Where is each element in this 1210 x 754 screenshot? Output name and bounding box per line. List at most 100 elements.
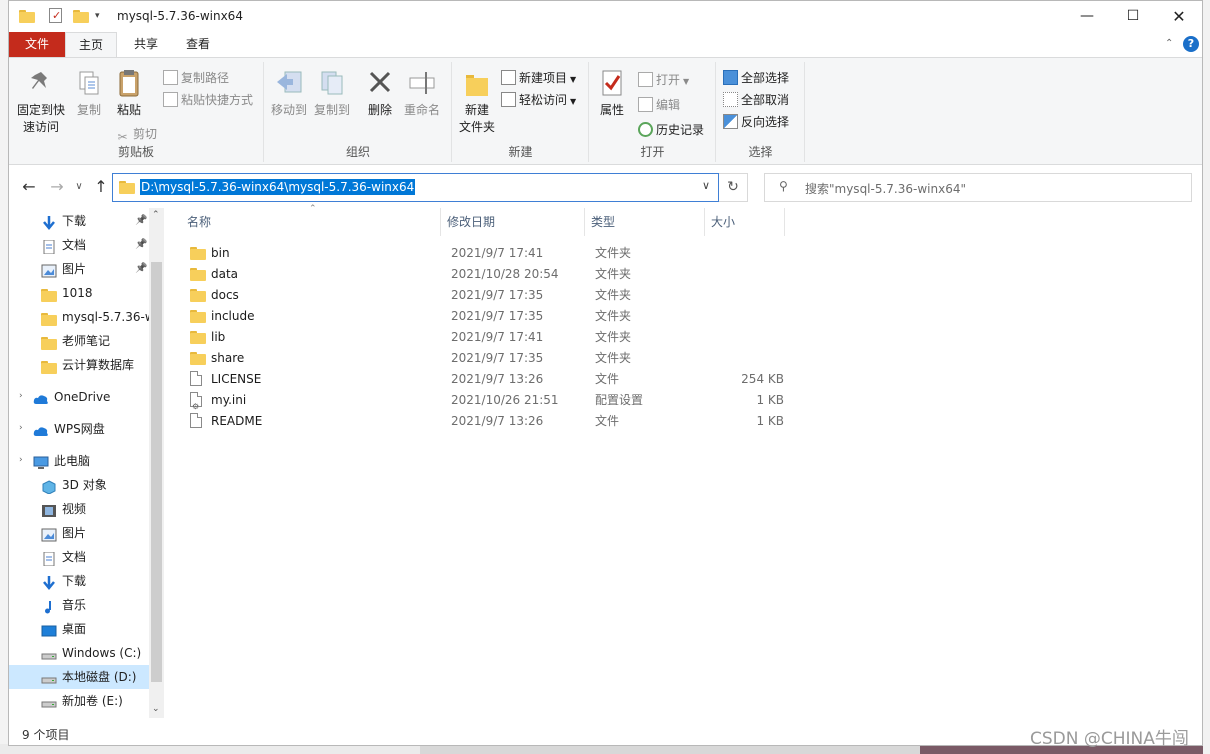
nav-pc-item[interactable]: Windows (C:)	[9, 641, 149, 665]
nav-pc-item[interactable]: 视频	[9, 497, 149, 521]
paste-shortcut-button[interactable]: 粘贴快捷方式	[163, 90, 253, 110]
nav-quick-item[interactable]: 1018	[9, 281, 149, 305]
new-item-button[interactable]: 新建项目 ▼	[501, 68, 576, 88]
select-none-icon	[723, 92, 738, 107]
history-button[interactable]: 历史记录	[638, 120, 704, 140]
file-type: 文件夹	[595, 351, 632, 365]
delete-button[interactable]: 删除	[363, 66, 397, 119]
file-row[interactable]: data 2021/10/28 20:54 文件夹	[186, 264, 786, 285]
column-size[interactable]: 大小	[705, 208, 785, 236]
nav-pc-item[interactable]: 本地磁盘 (D:)	[9, 665, 149, 689]
address-path[interactable]: D:\mysql-5.7.36-winx64\mysql-5.7.36-winx…	[140, 179, 416, 195]
pin-icon[interactable]: 📌	[135, 233, 147, 257]
file-row[interactable]: README 2021/9/7 13:26 文件 1 KB	[186, 411, 786, 432]
help-icon[interactable]: ?	[1183, 36, 1199, 52]
file-row[interactable]: lib 2021/9/7 17:41 文件夹	[186, 327, 786, 348]
scrollbar-thumb[interactable]	[151, 262, 162, 682]
open-button[interactable]: 打开 ▼	[638, 70, 689, 90]
up-arrow-icon[interactable]: ↑	[91, 177, 111, 197]
column-type[interactable]: 类型	[585, 208, 705, 236]
expand-chevron-icon[interactable]: ›	[19, 423, 23, 433]
new-folder-quick-icon[interactable]	[73, 8, 89, 24]
expand-chevron-icon[interactable]: ›	[19, 455, 23, 465]
pin-icon[interactable]: 📌	[135, 209, 147, 233]
search-box[interactable]: ⚲ 搜索"mysql-5.7.36-winx64"	[764, 173, 1192, 202]
address-dropdown-icon[interactable]: ∨	[702, 179, 710, 192]
nav-quick-item[interactable]: 图片 📌	[9, 257, 149, 281]
properties-button[interactable]: 属性	[594, 66, 630, 119]
invert-selection-label: 反向选择	[741, 115, 790, 129]
nav-pc-item[interactable]: 图片	[9, 521, 149, 545]
nav-onedrive[interactable]: OneDrive	[9, 385, 149, 409]
maximize-button[interactable]: ☐	[1110, 1, 1156, 32]
new-folder-label-2: 文件夹	[458, 120, 495, 134]
pin-quick-access-button[interactable]: 固定到快 速访问	[13, 66, 69, 136]
file-row[interactable]: share 2021/9/7 17:35 文件夹	[186, 348, 786, 369]
move-to-button[interactable]: 移动到	[269, 66, 309, 119]
pin-icon[interactable]: 📌	[135, 257, 147, 281]
copy-to-button[interactable]: 复制到	[311, 66, 353, 119]
tab-view[interactable]: 查看	[173, 32, 223, 57]
tab-share[interactable]: 共享	[121, 32, 171, 57]
3d-objects-icon	[41, 478, 57, 495]
nav-quick-item[interactable]: 云计算数据库	[9, 353, 149, 377]
navigation-scrollbar[interactable]: ⌃ ⌄	[149, 208, 164, 718]
desktop-icon	[41, 622, 57, 637]
column-modified[interactable]: 修改日期	[441, 208, 585, 236]
edit-button[interactable]: 编辑	[638, 95, 680, 115]
select-all-button[interactable]: 全部选择	[723, 68, 789, 88]
refresh-button[interactable]: ↻	[719, 173, 748, 202]
new-item-dropdown-icon: ▼	[570, 75, 577, 84]
open-group: 属性 打开 ▼ 编辑 历史记录 打开	[590, 62, 716, 162]
cut-button[interactable]: ✂ 剪切	[115, 124, 157, 144]
recent-locations-chevron-icon[interactable]: ∨	[69, 177, 89, 197]
file-row[interactable]: bin 2021/9/7 17:41 文件夹	[186, 243, 786, 264]
tab-file[interactable]: 文件	[9, 32, 65, 57]
nav-pc-item[interactable]: 音乐	[9, 593, 149, 617]
file-row[interactable]: include 2021/9/7 17:35 文件夹	[186, 306, 786, 327]
nav-pc-item[interactable]: 新加卷 (E:)	[9, 689, 149, 713]
nav-quick-item[interactable]: 文档 📌	[9, 233, 149, 257]
copy-button[interactable]: 复制	[71, 66, 107, 119]
close-button[interactable]: ✕	[1156, 1, 1202, 32]
file-row[interactable]: ⚙ my.ini 2021/10/26 21:51 配置设置 1 KB	[186, 390, 786, 411]
customize-quick-access-icon[interactable]: ▾	[95, 8, 111, 24]
file-row[interactable]: LICENSE 2021/9/7 13:26 文件 254 KB	[186, 369, 786, 390]
new-folder-button[interactable]: 新建 文件夹	[455, 66, 499, 136]
nav-item-label: 云计算数据库	[62, 358, 135, 372]
new-item-icon	[501, 70, 516, 85]
file-row[interactable]: docs 2021/9/7 17:35 文件夹	[186, 285, 786, 306]
folder-icon	[41, 310, 57, 326]
nav-pc-item[interactable]: 3D 对象	[9, 473, 149, 497]
tab-home[interactable]: 主页	[65, 32, 117, 57]
select-none-label: 全部取消	[741, 93, 790, 107]
forward-arrow-icon[interactable]: →	[47, 177, 67, 197]
nav-quick-item[interactable]: 下载 📌	[9, 209, 149, 233]
file-date: 2021/9/7 17:35	[451, 288, 544, 302]
nav-item-label: 文档	[62, 550, 87, 564]
collapse-ribbon-icon[interactable]: ⌃	[1165, 38, 1173, 49]
select-none-button[interactable]: 全部取消	[723, 90, 789, 110]
paste-button[interactable]: 粘贴	[109, 66, 149, 119]
scroll-up-icon[interactable]: ⌃	[152, 210, 160, 220]
nav-pc-item[interactable]: 桌面	[9, 617, 149, 641]
nav-quick-item[interactable]: mysql-5.7.36-w	[9, 305, 149, 329]
column-name[interactable]: 名称	[169, 208, 441, 236]
address-bar[interactable]: D:\mysql-5.7.36-winx64\mysql-5.7.36-winx…	[112, 173, 719, 202]
minimize-button[interactable]: —	[1064, 1, 1110, 32]
scroll-down-icon[interactable]: ⌄	[152, 704, 160, 714]
properties-quick-icon[interactable]: ✓	[49, 8, 62, 23]
nav-quick-item[interactable]: 老师笔记	[9, 329, 149, 353]
nav-pc-item[interactable]: 下载	[9, 569, 149, 593]
copy-path-button[interactable]: 复制路径	[163, 68, 229, 88]
back-arrow-icon[interactable]: ←	[19, 177, 39, 197]
expand-chevron-icon[interactable]: ›	[19, 391, 23, 401]
file-date: 2021/9/7 17:35	[451, 351, 544, 365]
nav-pc-item[interactable]: 文档	[9, 545, 149, 569]
easy-access-button[interactable]: 轻松访问 ▼	[501, 90, 576, 110]
nav-this-pc[interactable]: 此电脑	[9, 449, 149, 473]
nav-wps-drive[interactable]: WPS网盘	[9, 417, 149, 441]
invert-selection-button[interactable]: 反向选择	[723, 112, 789, 132]
rename-button[interactable]: 重命名	[401, 66, 443, 119]
new-folder-icon	[461, 66, 493, 100]
